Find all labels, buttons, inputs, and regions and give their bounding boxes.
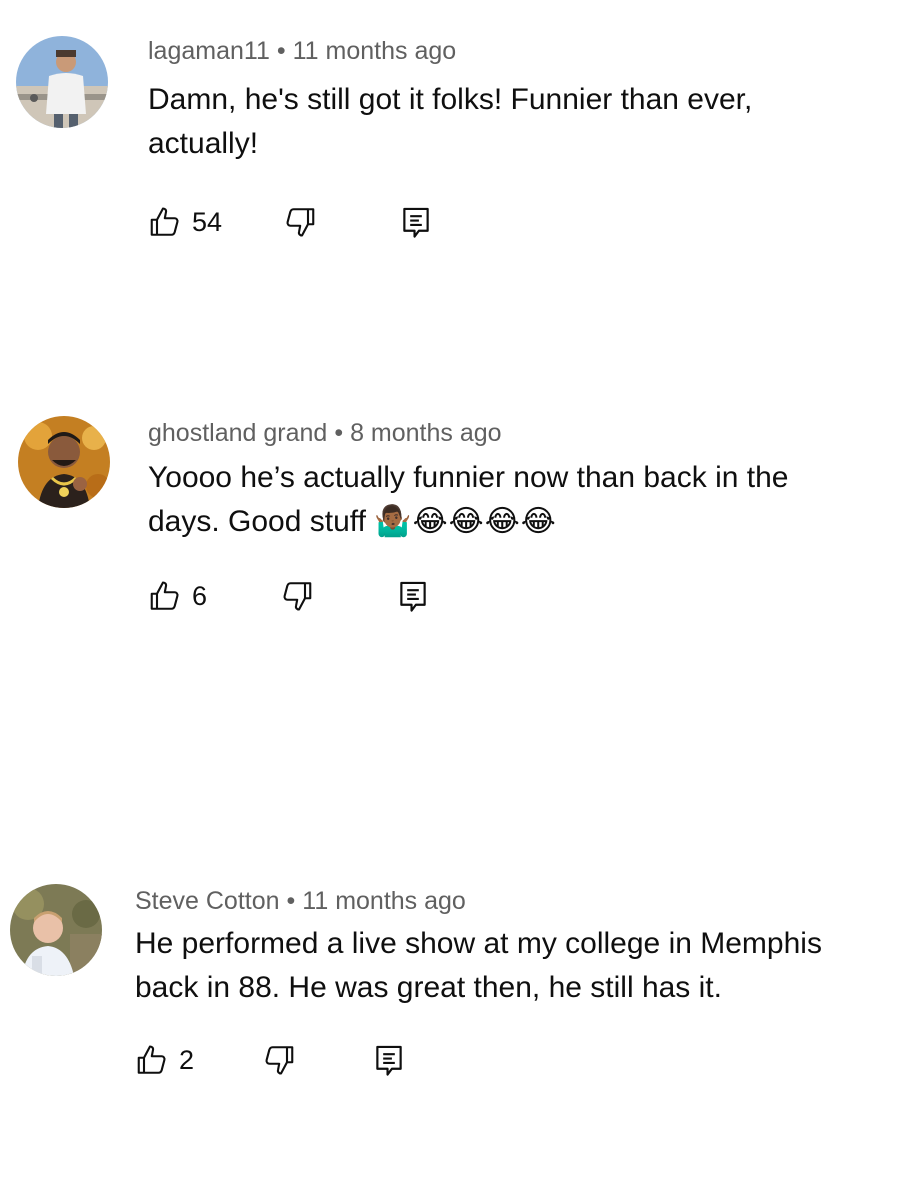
comment-actions: 2 bbox=[135, 1040, 435, 1080]
comment-emojis: 🤷🏾‍♂️😂😂😂😂 bbox=[374, 504, 557, 539]
comment-meta: Steve Cotton • 11 months ago bbox=[135, 886, 466, 916]
comment-actions: 54 bbox=[148, 202, 448, 242]
reply-button[interactable] bbox=[397, 576, 429, 616]
comment-author[interactable]: Steve Cotton bbox=[135, 887, 280, 915]
dislike-button[interactable] bbox=[278, 576, 314, 616]
comment-time: 11 months ago bbox=[302, 887, 466, 915]
comment-text: Yoooo he’s actually funnier now than bac… bbox=[148, 456, 868, 544]
comment-time: 11 months ago bbox=[292, 37, 457, 65]
reply-button[interactable] bbox=[373, 1040, 405, 1080]
dislike-button[interactable] bbox=[281, 202, 317, 242]
dislike-button[interactable] bbox=[260, 1040, 296, 1080]
user-avatar-icon bbox=[16, 36, 108, 128]
separator-dot: • bbox=[334, 419, 344, 447]
like-button[interactable]: 2 bbox=[135, 1040, 194, 1080]
comment-author[interactable]: ghostland grand bbox=[148, 419, 327, 447]
comment-meta: lagaman11 • 11 months ago bbox=[148, 36, 456, 66]
comment-time: 8 months ago bbox=[350, 419, 502, 447]
like-button[interactable]: 6 bbox=[148, 576, 207, 616]
thumbs-up-icon bbox=[150, 207, 179, 236]
thumbs-down-icon bbox=[265, 1046, 294, 1075]
avatar[interactable] bbox=[18, 416, 110, 508]
comment-meta: ghostland grand • 8 months ago bbox=[148, 418, 502, 448]
avatar[interactable] bbox=[16, 36, 108, 128]
like-count: 2 bbox=[179, 1045, 195, 1075]
reply-comment-icon bbox=[400, 581, 426, 612]
comment-actions: 6 bbox=[148, 576, 448, 616]
user-avatar-icon bbox=[18, 416, 110, 508]
like-button[interactable]: 54 bbox=[148, 202, 222, 242]
like-count: 6 bbox=[192, 581, 208, 611]
comment-author[interactable]: lagaman11 bbox=[148, 37, 270, 65]
thumbs-down-icon bbox=[283, 582, 312, 611]
comment-text: He performed a live show at my college i… bbox=[135, 922, 835, 1010]
thumbs-up-icon bbox=[150, 581, 179, 610]
avatar[interactable] bbox=[10, 884, 102, 976]
reply-button[interactable] bbox=[400, 202, 432, 242]
comment-body: Damn, he's still got it folks! Funnier t… bbox=[148, 83, 753, 160]
reply-comment-icon bbox=[403, 207, 429, 238]
thumbs-up-icon bbox=[137, 1045, 166, 1074]
user-avatar-icon bbox=[10, 884, 102, 976]
like-count: 54 bbox=[192, 207, 223, 237]
reply-comment-icon bbox=[376, 1045, 402, 1076]
comment-body: He performed a live show at my college i… bbox=[135, 927, 822, 1004]
separator-dot: • bbox=[286, 887, 296, 915]
separator-dot: • bbox=[276, 37, 286, 65]
comment-text: Damn, he's still got it folks! Funnier t… bbox=[148, 78, 838, 166]
thumbs-down-icon bbox=[286, 208, 315, 237]
